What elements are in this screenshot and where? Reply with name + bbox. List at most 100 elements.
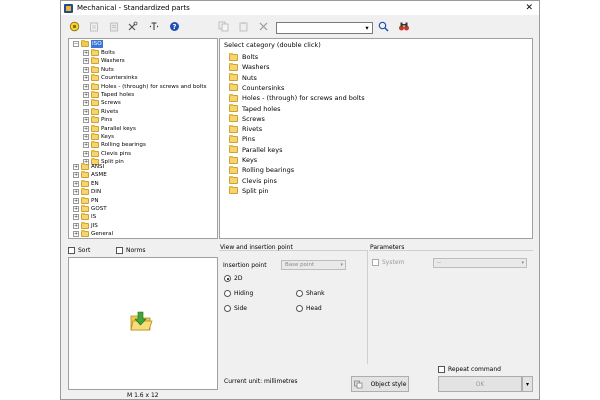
repeat-command-checkbox[interactable]: Repeat command [438,366,501,373]
expand-icon[interactable]: + [83,92,89,98]
category-list[interactable]: Select category (double click) Bolts Wash… [219,38,533,239]
tree-node[interactable]: + Bolts [83,49,115,57]
copy-icon[interactable] [217,20,230,33]
radio-shank-button[interactable] [296,290,303,297]
sort-check-box[interactable] [68,247,75,254]
sort-checkbox[interactable]: Sort [68,247,90,254]
category-item[interactable]: Rivets [229,124,262,134]
tree-node[interactable]: + Taped holes [83,91,134,99]
expand-icon[interactable]: + [73,180,79,187]
expand-icon[interactable]: + [83,134,89,140]
tree-node-standard[interactable]: + PN [73,196,99,205]
tree-node-standard[interactable]: + IS [73,213,96,221]
expand-icon[interactable]: + [73,231,79,238]
insert-icon[interactable] [87,20,100,33]
category-item[interactable]: Screws [229,114,265,124]
ok-dropdown-button[interactable]: ▾ [522,376,533,392]
system-checkbox[interactable]: System [372,259,404,266]
tree-node-standard[interactable]: + ASME [73,171,107,179]
tree-node[interactable]: + Countersinks [83,74,138,82]
category-item[interactable]: Rolling bearings [229,165,294,175]
tree-node-standard[interactable]: + ANSI [73,163,104,171]
category-item[interactable]: Washers [229,62,270,72]
category-item[interactable]: Holes - (through) for screws and bolts [229,93,365,103]
system-check-box[interactable] [372,259,379,266]
collapse-icon[interactable]: − [73,41,79,47]
tree-node-standard[interactable]: + DIN [73,188,101,196]
system-select[interactable]: -- ▾ [433,258,527,268]
category-item[interactable]: Taped holes [229,104,280,114]
radio-side-button[interactable] [224,305,231,312]
expand-icon[interactable]: + [83,108,89,115]
tree-node[interactable]: + Nuts [83,65,114,74]
expand-icon[interactable]: + [73,164,79,170]
radio-shank[interactable]: Shank [296,290,325,297]
object-style-button[interactable]: Object style [351,376,409,392]
radio-head[interactable]: Head [296,305,322,312]
expand-icon[interactable]: + [83,58,89,65]
radio-2d[interactable]: 2D [224,275,242,282]
insertion-point-select[interactable]: Base point ▾ [281,260,346,270]
tools-icon[interactable] [126,20,139,33]
tree-node-iso[interactable]: − ISO [73,40,103,48]
tree-node-standard[interactable]: + GOST [73,205,107,213]
search-icon[interactable] [377,20,390,33]
tree-node[interactable]: + Rivets [83,107,118,116]
tree-node[interactable]: + Keys [83,133,114,141]
radio-2d-button[interactable] [224,275,231,282]
search-combobox[interactable]: ▾ [276,22,373,34]
expand-icon[interactable]: + [73,189,79,196]
tree-node[interactable]: + Screws [83,99,121,107]
new-part-icon[interactable] [68,20,81,33]
binoculars-icon[interactable] [397,20,410,33]
category-item[interactable]: Pins [229,134,255,144]
category-item[interactable]: Countersinks [229,83,284,93]
tree-node[interactable]: + Rolling bearings [83,141,146,149]
category-item[interactable]: Bolts [229,52,258,62]
tree-node[interactable]: + Washers [83,57,125,65]
tree-node[interactable]: + Clevis pins [83,149,131,158]
ok-button[interactable]: OK [438,376,522,392]
delete-icon[interactable] [257,20,270,33]
help-icon[interactable]: ? [168,20,181,33]
category-item[interactable]: Nuts [229,73,257,83]
expand-icon[interactable]: + [73,197,79,204]
tree-node[interactable]: + Parallel keys [83,124,136,133]
expand-icon[interactable]: + [73,222,79,229]
category-item[interactable]: Split pin [229,186,269,196]
expand-icon[interactable]: + [83,117,89,124]
radio-side[interactable]: Side [224,305,247,312]
close-button[interactable]: ✕ [525,2,533,14]
expand-icon[interactable]: + [83,100,89,107]
expand-icon[interactable]: + [73,206,79,212]
tree-node-standard[interactable]: + EN [73,179,99,188]
chevron-down-icon[interactable]: ▾ [362,23,372,33]
category-item[interactable]: Keys [229,155,257,165]
tree-node[interactable]: + Pins [83,116,112,124]
paste-icon[interactable] [237,20,250,33]
expand-icon[interactable]: + [73,214,79,221]
list-icon[interactable] [107,20,120,33]
expand-icon[interactable]: + [83,75,89,82]
expand-icon[interactable]: + [83,150,89,157]
category-item[interactable]: Clevis pins [229,176,277,186]
tree-node-standard[interactable]: + JIS [73,221,98,230]
text-insertion-icon[interactable] [147,20,160,33]
expand-icon[interactable]: + [83,142,89,149]
expand-icon[interactable]: + [83,66,89,73]
radio-head-button[interactable] [296,305,303,312]
category-label: Nuts [242,73,257,82]
expand-icon[interactable]: + [73,172,79,179]
norms-checkbox[interactable]: Norms [116,247,146,254]
repeat-command-check-box[interactable] [438,366,445,373]
norms-check-box[interactable] [116,247,123,254]
radio-hiding[interactable]: Hiding [224,290,253,297]
standards-tree[interactable]: − ISO + Bolts + Washers + Nuts + Countersinks + H… [68,38,218,239]
expand-icon[interactable]: + [83,125,89,132]
tree-node[interactable]: + Holes - (through) for screws and bolts [83,82,207,91]
tree-node-standard[interactable]: + General [73,230,113,238]
expand-icon[interactable]: + [83,50,89,56]
radio-hiding-button[interactable] [224,290,231,297]
category-item[interactable]: Parallel keys [229,145,283,155]
expand-icon[interactable]: + [83,83,89,90]
